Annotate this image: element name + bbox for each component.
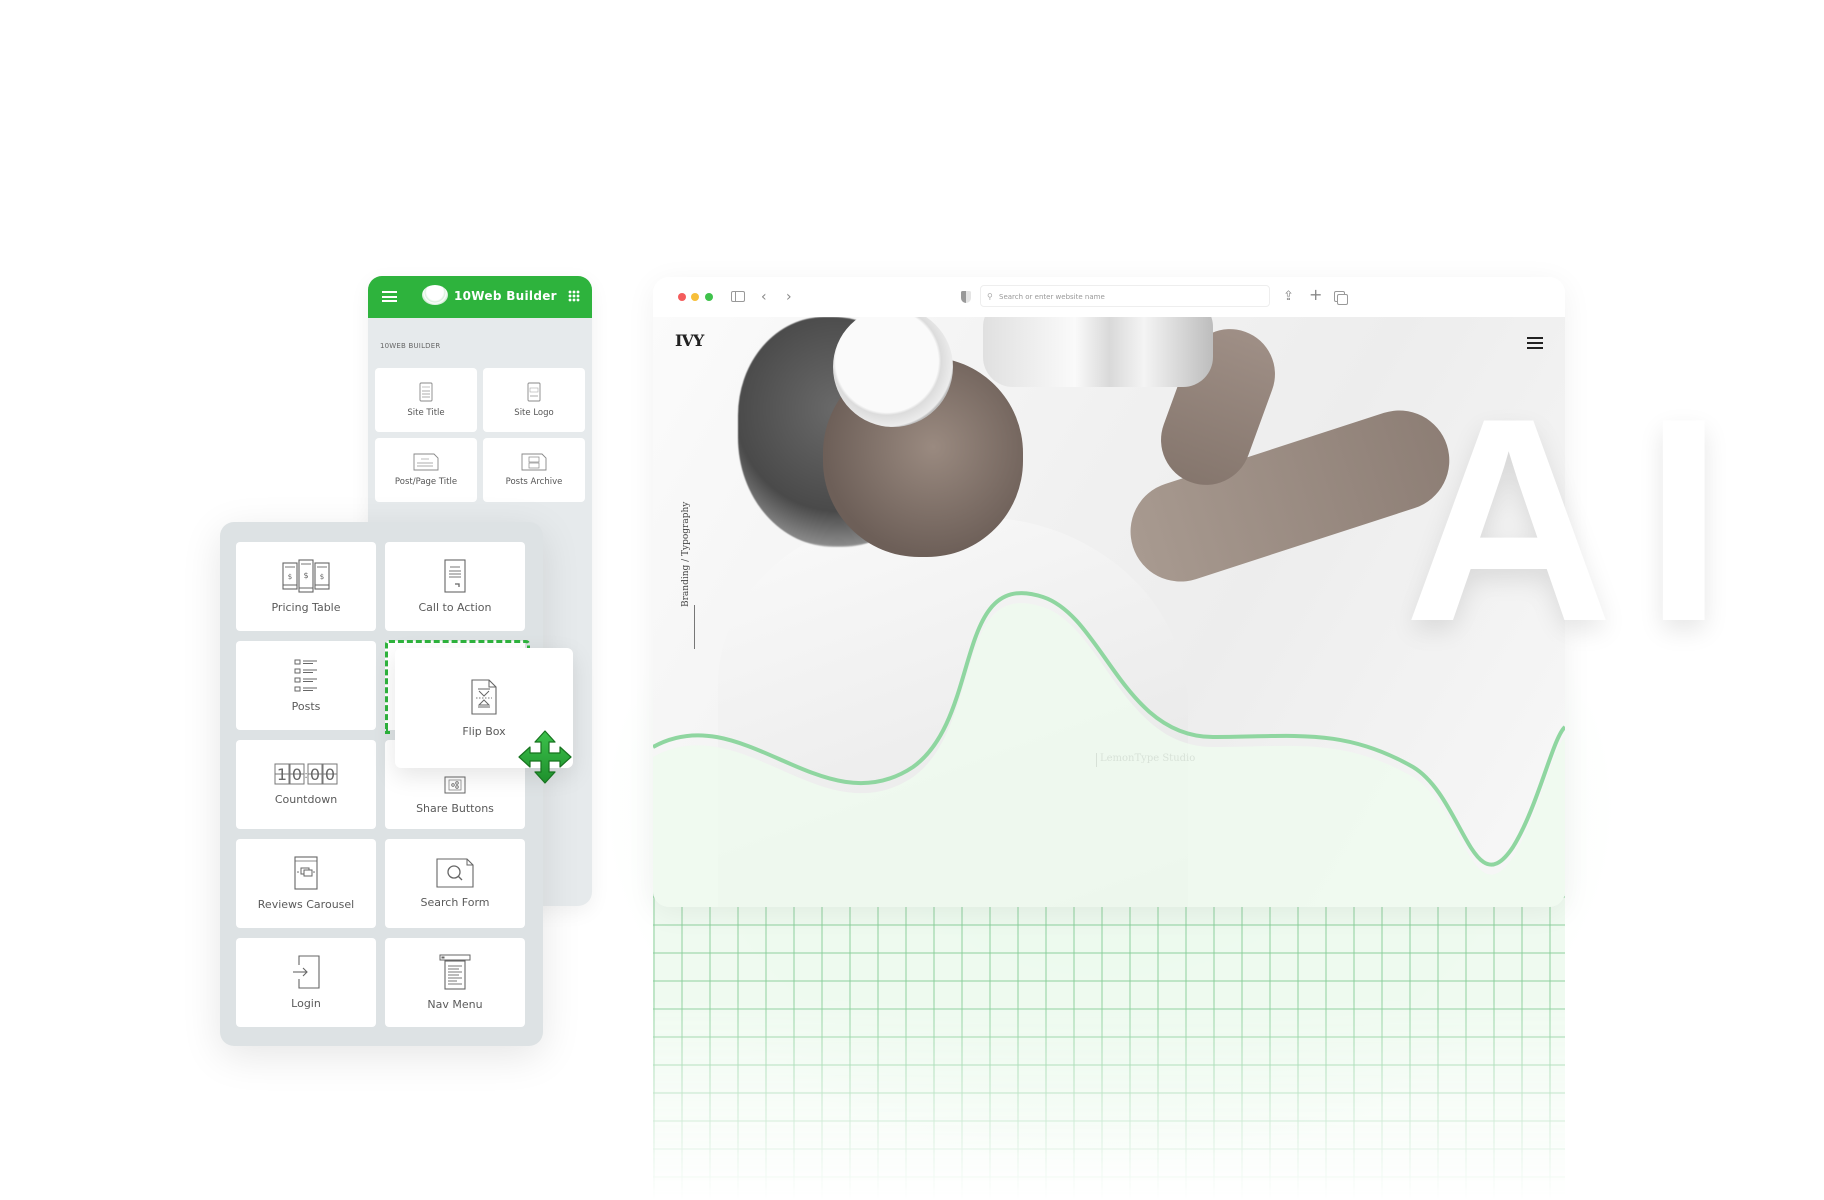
- share-icon[interactable]: ⇪: [1283, 287, 1294, 307]
- site-title-icon: [419, 382, 433, 402]
- photo-shirt: [718, 517, 1188, 907]
- share-buttons-icon: [444, 776, 466, 794]
- widget-login[interactable]: Login: [236, 938, 376, 1027]
- site-logo-icon: [527, 382, 541, 402]
- svg-text:$: $: [288, 573, 292, 581]
- widget-label: Countdown: [274, 793, 338, 806]
- widget-reviews-carousel[interactable]: Reviews Carousel: [236, 839, 376, 928]
- widget-site-logo[interactable]: Site Logo: [483, 368, 585, 432]
- move-cursor-icon: [518, 730, 572, 784]
- sidebar-toggle-icon[interactable]: [731, 291, 745, 302]
- svg-text:0: 0: [325, 765, 335, 784]
- back-arrow-icon[interactable]: ‹: [761, 287, 767, 307]
- widget-label: Call to Action: [418, 601, 492, 614]
- svg-text:$: $: [320, 573, 324, 581]
- site-logo[interactable]: IVY: [675, 331, 704, 350]
- svg-text::: :: [304, 770, 307, 781]
- post-title-icon: [413, 453, 439, 471]
- privacy-shield-icon[interactable]: [961, 291, 971, 303]
- apps-grid-icon[interactable]: [568, 290, 580, 302]
- widget-pricing-table[interactable]: $ $ $ Pricing Table: [236, 542, 376, 631]
- widget-posts[interactable]: Posts: [236, 641, 376, 730]
- widget-call-to-action[interactable]: Call to Action: [385, 542, 525, 631]
- widget-label: Post/Page Title: [394, 477, 458, 487]
- search-icon: ⚲: [987, 292, 993, 301]
- widget-label: Posts Archive: [505, 477, 563, 487]
- builder-title: 10Web Builder: [454, 289, 557, 303]
- search-form-icon: [436, 858, 474, 888]
- 10web-logo-icon: [422, 285, 448, 305]
- caption-divider: [694, 605, 695, 649]
- close-window-button[interactable]: [678, 293, 686, 301]
- browser-toolbar: ‹ › ⚲ Search or enter website name ⇪ +: [653, 277, 1565, 317]
- posts-archive-icon: [521, 453, 547, 471]
- builder-header: 10Web Builder: [368, 276, 592, 318]
- vertical-caption: Branding / Typography: [681, 501, 691, 607]
- reviews-carousel-icon: [294, 856, 318, 890]
- widget-label: Nav Menu: [427, 998, 483, 1011]
- login-icon: [293, 955, 320, 989]
- widget-label: Flip Box: [462, 724, 506, 738]
- svg-text:0: 0: [310, 765, 320, 784]
- widget-panel: $ $ $ Pricing Table Call to Action Posts 1…: [220, 522, 543, 1046]
- section-label: 10WEB BUILDER: [380, 342, 441, 350]
- hamburger-menu-icon[interactable]: [382, 291, 397, 302]
- maximize-window-button[interactable]: [705, 293, 713, 301]
- widget-label: Site Title: [407, 408, 445, 418]
- tab-overview-icon[interactable]: [1334, 291, 1348, 305]
- photo-vr-headset: [983, 317, 1213, 387]
- widget-label: Site Logo: [514, 408, 554, 418]
- widget-site-title[interactable]: Site Title: [375, 368, 477, 432]
- svg-text:1: 1: [277, 765, 287, 784]
- countdown-icon: 10:00: [274, 763, 338, 785]
- forward-arrow-icon[interactable]: ›: [786, 287, 792, 307]
- address-bar[interactable]: ⚲ Search or enter website name: [980, 285, 1270, 307]
- studio-credit: LemonType Studio: [1095, 753, 1196, 767]
- widget-label: Search Form: [420, 896, 490, 909]
- pricing-table-icon: $ $ $: [282, 559, 330, 593]
- svg-text:0: 0: [292, 765, 302, 784]
- flip-box-icon: [471, 678, 497, 715]
- svg-text:$: $: [303, 571, 308, 580]
- minimize-window-button[interactable]: [691, 293, 699, 301]
- widget-label: Pricing Table: [271, 601, 341, 614]
- widget-post-page-title[interactable]: Post/Page Title: [375, 438, 477, 502]
- posts-icon: [294, 659, 317, 692]
- hero-ai-text: AI: [1404, 358, 1754, 682]
- widget-label: Share Buttons: [416, 802, 494, 815]
- new-tab-icon[interactable]: +: [1309, 285, 1322, 305]
- call-to-action-icon: [444, 559, 466, 593]
- address-placeholder: Search or enter website name: [999, 293, 1105, 301]
- widget-grid: $ $ $ Pricing Table Call to Action Posts 1…: [236, 542, 525, 1027]
- builder-widget-grid: Site Title Site Logo Post/Page Title Pos…: [375, 368, 585, 502]
- widget-countdown[interactable]: 10:00 Countdown: [236, 740, 376, 829]
- widget-label: Login: [291, 997, 321, 1010]
- site-menu-icon[interactable]: [1527, 337, 1543, 349]
- widget-label: Posts: [291, 700, 321, 713]
- nav-menu-icon: [439, 954, 471, 990]
- widget-nav-menu[interactable]: Nav Menu: [385, 938, 525, 1027]
- widget-search-form[interactable]: Search Form: [385, 839, 525, 928]
- widget-label: Reviews Carousel: [257, 898, 355, 911]
- widget-posts-archive[interactable]: Posts Archive: [483, 438, 585, 502]
